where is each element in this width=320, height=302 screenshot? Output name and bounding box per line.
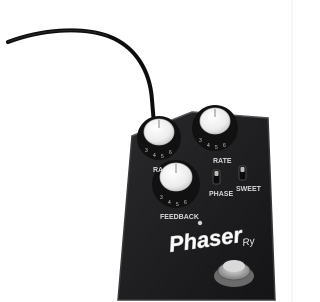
svg-text:5: 5 [215, 145, 218, 151]
svg-text:3: 3 [160, 195, 163, 201]
phase-label: PHASE [209, 191, 233, 198]
rate-label-partial: RA [153, 167, 163, 174]
sweet-switch[interactable] [238, 165, 247, 181]
svg-text:4: 4 [153, 153, 156, 159]
rate-knob-left[interactable]: 3 4 5 6 [137, 116, 181, 160]
status-led [197, 220, 203, 226]
phase-switch[interactable] [212, 169, 221, 185]
svg-text:6: 6 [184, 200, 187, 206]
power-cable [6, 28, 156, 126]
feedback-label: FEEDBACK [160, 214, 199, 221]
svg-text:4: 4 [168, 200, 171, 206]
rate-knob[interactable]: 3 4 5 6 [192, 105, 238, 151]
pedal-scene: 3 4 5 6 3 4 5 6 3 4 5 6 RATE RA FEEDBACK… [6, 0, 293, 302]
svg-text:4: 4 [207, 143, 210, 149]
svg-text:3: 3 [145, 148, 148, 154]
product-photo: 3 4 5 6 3 4 5 6 3 4 5 6 RATE RA FEEDBACK… [0, 0, 299, 302]
svg-text:5: 5 [161, 154, 164, 160]
sweet-label: SWEET [236, 186, 262, 193]
rate-label: RATE [213, 158, 232, 165]
svg-text:3: 3 [199, 138, 202, 144]
svg-text:6: 6 [223, 143, 226, 149]
svg-text:6: 6 [169, 150, 172, 156]
svg-text:5: 5 [176, 202, 179, 208]
